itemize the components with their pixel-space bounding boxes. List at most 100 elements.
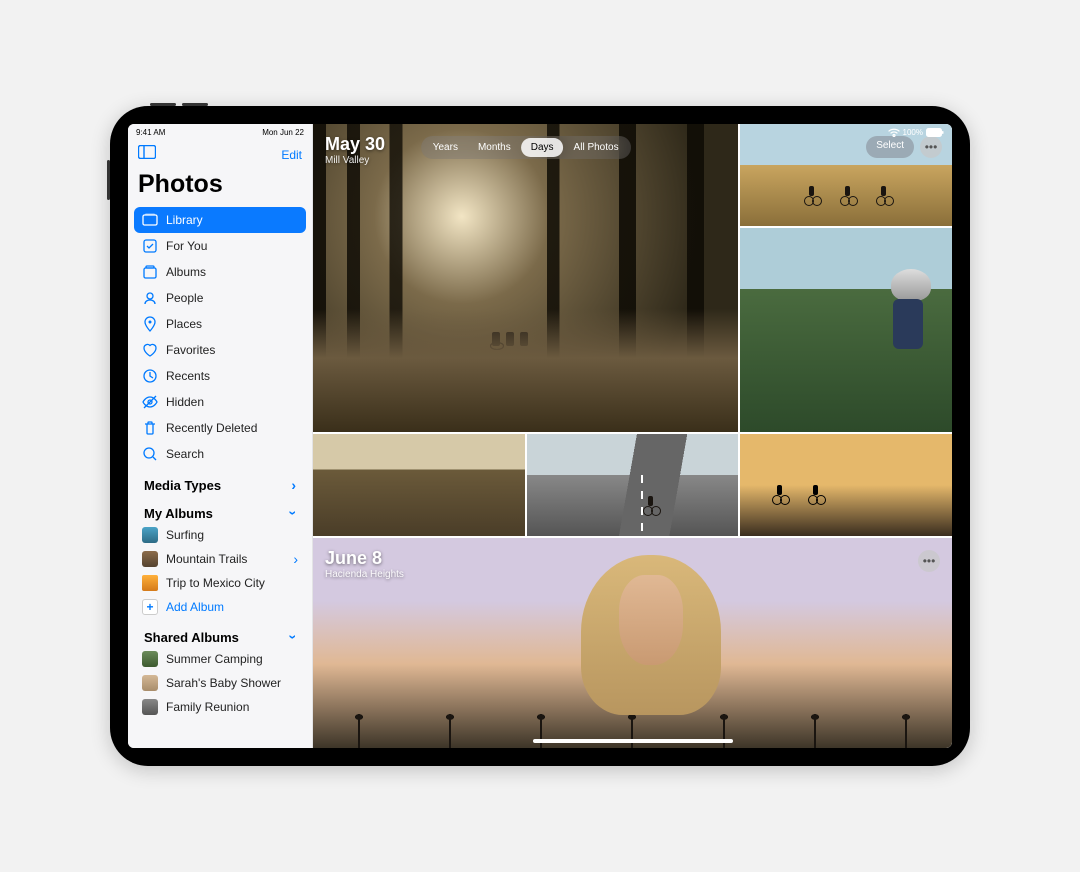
photo-grid: May 30 Mill Valley Years Months Days All… bbox=[313, 124, 952, 748]
sidebar-label: Search bbox=[166, 447, 204, 461]
group-location: Mill Valley bbox=[325, 155, 385, 166]
photo-tile-hero[interactable]: May 30 Mill Valley Years Months Days All… bbox=[313, 124, 738, 432]
status-bar-right: 100% bbox=[888, 128, 944, 137]
sidebar-list: Library For You Albums People Places bbox=[128, 207, 312, 719]
places-icon bbox=[142, 316, 158, 332]
ellipsis-icon: ••• bbox=[923, 554, 936, 568]
status-bar-left: 9:41 AM Mon Jun 22 bbox=[128, 124, 312, 137]
sidebar-item-people[interactable]: People bbox=[134, 285, 306, 311]
library-icon bbox=[142, 212, 158, 228]
album-label: Family Reunion bbox=[166, 700, 249, 714]
album-label: Trip to Mexico City bbox=[166, 576, 265, 590]
album-label: Sarah's Baby Shower bbox=[166, 676, 281, 690]
more-button[interactable]: ••• bbox=[918, 550, 940, 572]
add-album-button[interactable]: + Add Album bbox=[134, 595, 306, 619]
sidebar-item-places[interactable]: Places bbox=[134, 311, 306, 337]
sidebar-item-recents[interactable]: Recents bbox=[134, 363, 306, 389]
foryou-icon bbox=[142, 238, 158, 254]
status-date: Mon Jun 22 bbox=[262, 128, 304, 137]
trash-icon bbox=[142, 420, 158, 436]
album-surfing[interactable]: Surfing bbox=[134, 523, 306, 547]
battery-percent: 100% bbox=[903, 128, 923, 137]
albums-icon bbox=[142, 264, 158, 280]
photo-content bbox=[804, 192, 894, 206]
edit-button[interactable]: Edit bbox=[281, 148, 302, 162]
sidebar-label: Albums bbox=[166, 265, 206, 279]
date-header: May 30 Mill Valley bbox=[325, 134, 385, 166]
section-my-albums[interactable]: My Albums › bbox=[134, 495, 306, 523]
volume-up-button bbox=[150, 103, 176, 106]
photo-tile[interactable] bbox=[740, 228, 952, 432]
chevron-down-icon: › bbox=[286, 635, 302, 640]
photo-tile[interactable] bbox=[740, 434, 952, 536]
sidebar-item-library[interactable]: Library bbox=[134, 207, 306, 233]
sidebar-item-deleted[interactable]: Recently Deleted bbox=[134, 415, 306, 441]
chevron-right-icon: › bbox=[293, 551, 298, 567]
album-thumb bbox=[142, 699, 158, 715]
sidebar-label: Recently Deleted bbox=[166, 421, 257, 435]
segment-all-photos[interactable]: All Photos bbox=[564, 138, 629, 157]
photo-content bbox=[581, 555, 721, 715]
select-button[interactable]: Select bbox=[866, 136, 914, 158]
album-thumb bbox=[142, 651, 158, 667]
album-thumb bbox=[142, 551, 158, 567]
segment-years[interactable]: Years bbox=[423, 138, 468, 157]
sidebar-item-foryou[interactable]: For You bbox=[134, 233, 306, 259]
screen: 9:41 AM Mon Jun 22 Edit Photos Library F… bbox=[128, 124, 952, 748]
album-trip-mexico[interactable]: Trip to Mexico City bbox=[134, 571, 306, 595]
search-icon bbox=[142, 446, 158, 462]
sidebar: 9:41 AM Mon Jun 22 Edit Photos Library F… bbox=[128, 124, 313, 748]
segment-days[interactable]: Days bbox=[521, 138, 564, 157]
photo-content bbox=[643, 502, 661, 516]
timeline-segmented-control: Years Months Days All Photos bbox=[421, 136, 631, 159]
group-date: June 8 bbox=[325, 548, 404, 569]
shared-family-reunion[interactable]: Family Reunion bbox=[134, 695, 306, 719]
sidebar-item-hidden[interactable]: Hidden bbox=[134, 389, 306, 415]
album-thumb bbox=[142, 527, 158, 543]
photo-tile[interactable]: Select ••• bbox=[740, 124, 952, 226]
power-button bbox=[107, 160, 110, 200]
sidebar-label: Favorites bbox=[166, 343, 215, 357]
photo-content bbox=[772, 491, 826, 505]
photo-content bbox=[527, 434, 739, 536]
sidebar-toggle-icon[interactable] bbox=[138, 145, 156, 164]
battery-icon bbox=[926, 128, 944, 137]
section-media-types[interactable]: Media Types › bbox=[134, 467, 306, 495]
sidebar-label: Recents bbox=[166, 369, 210, 383]
photo-content bbox=[814, 269, 941, 422]
home-indicator[interactable] bbox=[533, 739, 733, 743]
section-label: Shared Albums bbox=[144, 630, 239, 645]
clock-icon bbox=[142, 368, 158, 384]
more-button[interactable]: ••• bbox=[920, 136, 942, 158]
people-icon bbox=[142, 290, 158, 306]
sidebar-label: Library bbox=[166, 213, 203, 227]
eye-slash-icon bbox=[142, 394, 158, 410]
album-thumb bbox=[142, 675, 158, 691]
section-shared-albums[interactable]: Shared Albums › bbox=[134, 619, 306, 647]
ipad-device-frame: 9:41 AM Mon Jun 22 Edit Photos Library F… bbox=[110, 106, 970, 766]
sidebar-item-albums[interactable]: Albums bbox=[134, 259, 306, 285]
photo-tile-hero[interactable]: June 8 Hacienda Heights ••• bbox=[313, 538, 952, 748]
group-location: Hacienda Heights bbox=[325, 569, 404, 580]
status-time: 9:41 AM bbox=[136, 128, 165, 137]
sidebar-label: For You bbox=[166, 239, 207, 253]
wifi-icon bbox=[888, 128, 900, 137]
app-title: Photos bbox=[128, 168, 312, 207]
segment-months[interactable]: Months bbox=[468, 138, 521, 157]
album-label: Mountain Trails bbox=[166, 552, 285, 566]
main-content: 100% May 30 Mill Valley Years Months Da bbox=[313, 124, 952, 748]
sidebar-label: Places bbox=[166, 317, 202, 331]
shared-baby-shower[interactable]: Sarah's Baby Shower bbox=[134, 671, 306, 695]
volume-down-button bbox=[182, 103, 208, 106]
photo-content bbox=[492, 332, 528, 346]
sidebar-item-search[interactable]: Search bbox=[134, 441, 306, 467]
photo-tile[interactable] bbox=[527, 434, 739, 536]
sidebar-label: People bbox=[166, 291, 203, 305]
shared-summer-camping[interactable]: Summer Camping bbox=[134, 647, 306, 671]
album-mountain-trails[interactable]: Mountain Trails › bbox=[134, 547, 306, 571]
ellipsis-icon: ••• bbox=[925, 140, 938, 154]
chevron-right-icon: › bbox=[291, 477, 296, 493]
sidebar-item-favorites[interactable]: Favorites bbox=[134, 337, 306, 363]
sidebar-label: Hidden bbox=[166, 395, 204, 409]
photo-tile[interactable] bbox=[313, 434, 525, 536]
